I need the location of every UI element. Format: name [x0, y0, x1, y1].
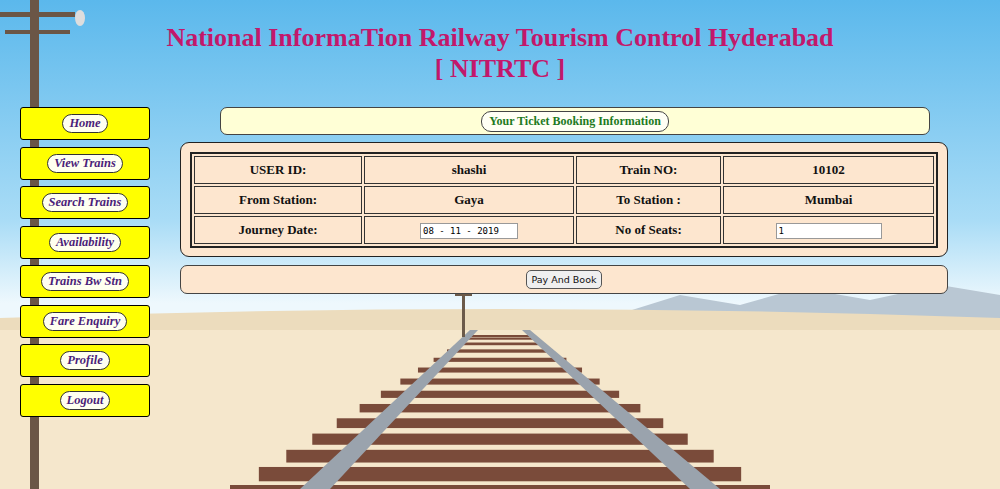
- sidebar-item-label: Trains Bw Stn: [41, 272, 129, 291]
- sidebar-item[interactable]: Trains Bw Stn: [20, 265, 150, 298]
- button-bar: Pay And Book: [180, 265, 948, 294]
- field-text: 10102: [812, 162, 845, 177]
- sidebar-item-label: Logout: [60, 391, 111, 410]
- field-value: shashi: [364, 156, 574, 184]
- panel-title: Your Ticket Booking Information: [481, 111, 669, 132]
- field-value: [723, 216, 934, 244]
- main: Your Ticket Booking Information USER ID: s…: [180, 107, 948, 417]
- field-label: USER ID:: [194, 156, 362, 184]
- sidebar-item-label: Profile: [60, 351, 109, 370]
- field-text: Mumbai: [805, 192, 853, 207]
- sidebar-item[interactable]: Logout: [20, 384, 150, 417]
- field-value: [364, 216, 574, 244]
- booking-table: USER ID: shashi Train NO: 10102 From Station…: [190, 152, 938, 248]
- table-row: From Station: Gaya To Station : Mumbai: [194, 186, 934, 214]
- field-input[interactable]: [420, 223, 518, 239]
- pay-and-book-button[interactable]: Pay And Book: [526, 270, 603, 289]
- sidebar-item-label: Availability: [49, 233, 121, 252]
- field-label: From Station:: [194, 186, 362, 214]
- sidebar-item-label: Home: [62, 114, 107, 133]
- body: Home View Trains Search Trains Availability…: [0, 107, 1000, 417]
- site-subtitle: [ NITRTC ]: [435, 54, 566, 84]
- sidebar-item-label: Search Trains: [42, 193, 129, 212]
- sidebar-item[interactable]: View Trains: [20, 147, 150, 180]
- table-row: Journey Date: No of Seats:: [194, 216, 934, 244]
- sidebar-item[interactable]: Search Trains: [20, 186, 150, 219]
- sidebar-item[interactable]: Availability: [20, 226, 150, 259]
- field-label: Train NO:: [576, 156, 721, 184]
- sidebar: Home View Trains Search Trains Availability…: [20, 107, 150, 417]
- site-header: National InformaTion Railway Tourism Con…: [0, 0, 1000, 107]
- content: National InformaTion Railway Tourism Con…: [0, 0, 1000, 417]
- field-label: No of Seats:: [576, 216, 721, 244]
- sidebar-item[interactable]: Profile: [20, 344, 150, 377]
- booking-info-box: USER ID: shashi Train NO: 10102 From Station…: [180, 142, 948, 257]
- field-text: Gaya: [454, 192, 484, 207]
- page: National InformaTion Railway Tourism Con…: [0, 0, 1000, 489]
- sidebar-item-label: Fare Enquiry: [43, 312, 128, 331]
- field-label: To Station :: [576, 186, 721, 214]
- sidebar-item[interactable]: Fare Enquiry: [20, 305, 150, 338]
- sidebar-item-label: View Trains: [47, 154, 123, 173]
- field-value: Mumbai: [723, 186, 934, 214]
- site-title: National InformaTion Railway Tourism Con…: [166, 22, 833, 54]
- table-row: USER ID: shashi Train NO: 10102: [194, 156, 934, 184]
- sidebar-item[interactable]: Home: [20, 107, 150, 140]
- field-input[interactable]: [776, 223, 882, 239]
- field-label: Journey Date:: [194, 216, 362, 244]
- field-text: shashi: [452, 162, 487, 177]
- field-value: Gaya: [364, 186, 574, 214]
- field-value: 10102: [723, 156, 934, 184]
- panel-header: Your Ticket Booking Information: [220, 107, 930, 135]
